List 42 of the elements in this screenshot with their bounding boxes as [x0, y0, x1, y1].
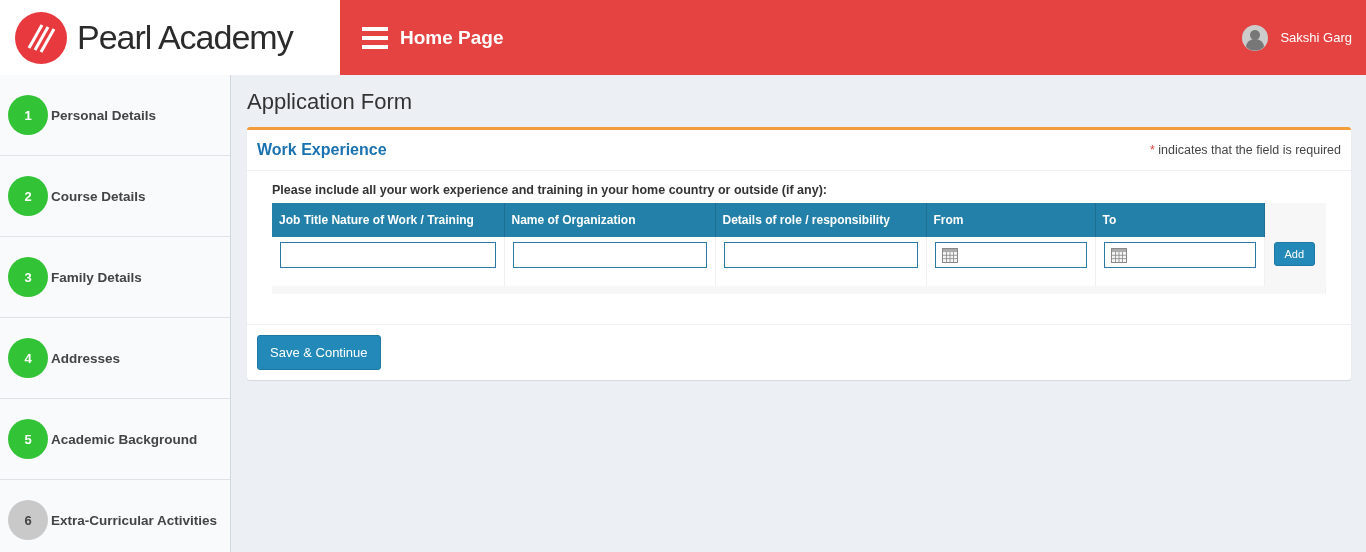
- input-field[interactable]: [723, 242, 918, 268]
- step-number: 4: [8, 338, 48, 378]
- step-item[interactable]: 3 Family Details: [0, 237, 230, 318]
- step-number: 5: [8, 419, 48, 459]
- step-item[interactable]: 2 Course Details: [0, 156, 230, 237]
- add-button[interactable]: Add: [1273, 242, 1316, 266]
- date-field[interactable]: [934, 242, 1087, 268]
- page-title: Home Page: [400, 26, 504, 49]
- input-field[interactable]: [512, 242, 707, 268]
- step-number: 6: [8, 500, 48, 540]
- step-label: Addresses: [51, 350, 121, 366]
- column-header: From: [926, 203, 1095, 237]
- card-title: Work Experience: [257, 141, 387, 159]
- required-note: * indicates that the field is required: [1149, 143, 1341, 157]
- step-number: 2: [8, 176, 48, 216]
- step-item[interactable]: 4 Addresses: [0, 318, 230, 399]
- logo-text: Pearl Academy: [77, 18, 293, 57]
- column-header: Details of role / responsibility: [715, 203, 926, 237]
- step-label: Extra-Curricular Activities: [51, 512, 218, 528]
- avatar-icon[interactable]: [1242, 24, 1269, 51]
- calendar-icon[interactable]: [1110, 247, 1127, 263]
- column-header: Name of Organization: [504, 203, 715, 237]
- user-name[interactable]: Sakshi Garg: [1280, 30, 1352, 45]
- calendar-icon[interactable]: [941, 247, 958, 263]
- step-label: Personal Details: [51, 107, 157, 123]
- step-item[interactable]: 1 Personal Details: [0, 75, 230, 156]
- step-label: Family Details: [51, 269, 142, 285]
- step-item[interactable]: 5 Academic Background: [0, 399, 230, 480]
- step-item[interactable]: 6 Extra-Curricular Activities: [0, 480, 230, 552]
- page-heading: Application Form: [247, 89, 414, 115]
- menu-icon[interactable]: [362, 26, 388, 49]
- logo-icon: [15, 11, 67, 64]
- column-header: To: [1095, 203, 1264, 237]
- step-number: 1: [8, 95, 48, 135]
- instruction-text: Please include all your work experience and training in your home country or outside (if any):: [272, 183, 828, 197]
- column-header: Job Title Nature of Work / Training: [272, 203, 504, 237]
- step-label: Academic Background: [51, 431, 198, 447]
- input-field[interactable]: [280, 242, 496, 268]
- date-field[interactable]: [1103, 242, 1256, 268]
- save-continue-button[interactable]: Save & Continue: [257, 335, 381, 370]
- step-label: Course Details: [51, 188, 146, 204]
- step-number: 3: [8, 257, 48, 297]
